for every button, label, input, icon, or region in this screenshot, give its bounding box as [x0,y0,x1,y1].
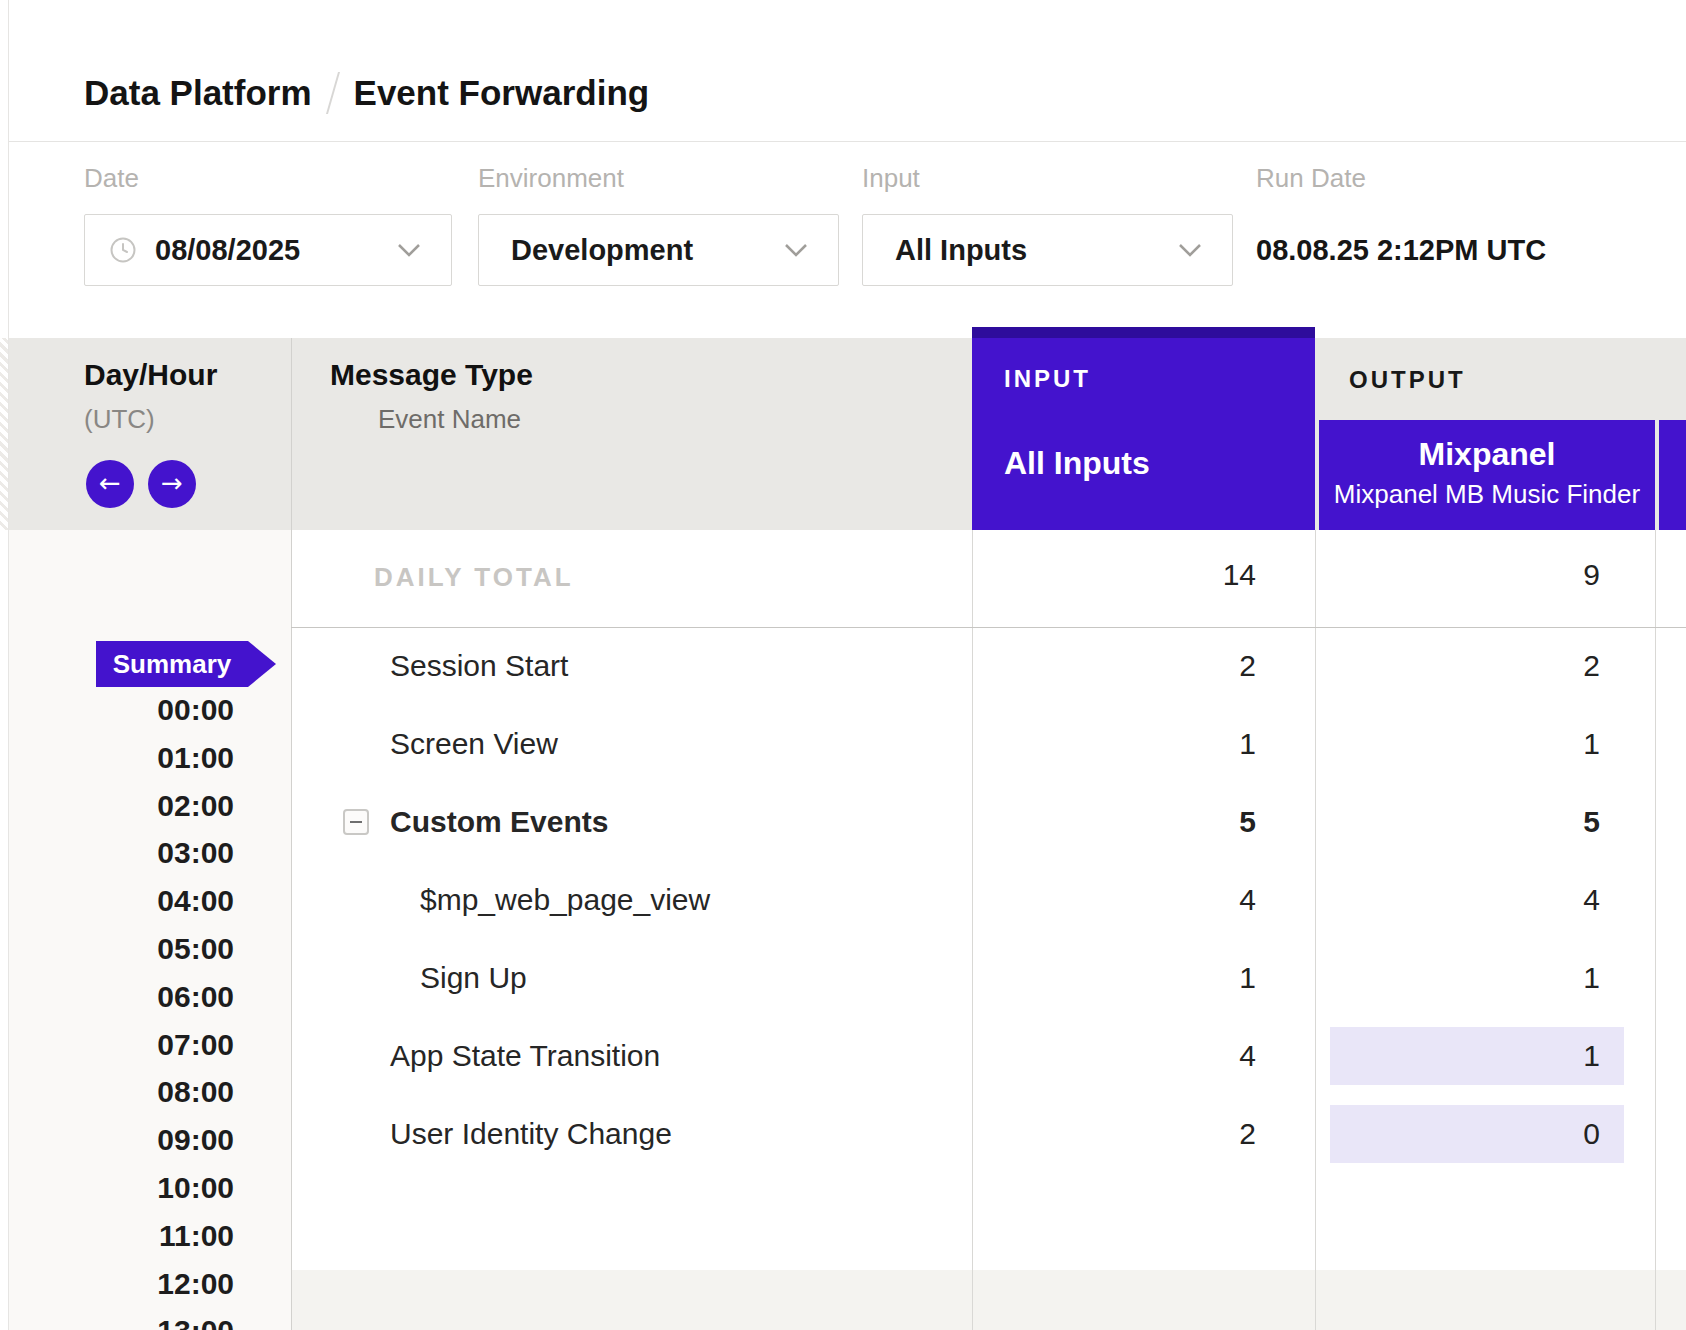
environment-filter-label: Environment [478,163,624,194]
output-count-cell: 1 [291,939,1600,1017]
summary-badge-arrow [248,641,276,687]
date-select[interactable]: 08/08/2025 [84,214,452,286]
input-column-kicker: INPUT [1004,365,1091,393]
message-rows: Session Start22Screen View11Custom Event… [291,627,1686,1173]
chevron-down-icon [397,243,421,257]
frozen-pane-hatch [0,338,8,530]
hour-label[interactable]: 10:00 [9,1171,234,1205]
output-column-header-partial [1659,420,1686,530]
table-footer-background [292,1270,1686,1330]
output-count-cell: 2 [291,627,1600,705]
date-select-value: 08/08/2025 [155,234,300,267]
output-section-kicker: OUTPUT [1349,366,1466,394]
message-type-column-title: Message Type [330,358,533,392]
input-column-title: All Inputs [1004,445,1150,482]
chevron-down-icon [1178,243,1202,257]
output-column-header-mixpanel[interactable]: Mixpanel Mixpanel MB Music Finder [1319,420,1655,530]
clock-icon [109,236,137,264]
hour-label[interactable]: 11:00 [9,1219,234,1253]
output-column-title: Mixpanel [1319,436,1655,473]
environment-select-value: Development [511,234,693,267]
breadcrumb: Data Platform Event Forwarding [84,72,649,114]
header-divider [9,141,1686,142]
output-count-cell: 4 [291,861,1600,939]
breadcrumb-separator [326,72,340,114]
output-column-subtitle: Mixpanel MB Music Finder [1319,479,1655,510]
daily-total-input-value: 14 [1056,558,1256,592]
output-count-cell: 1 [291,1017,1600,1095]
hour-label[interactable]: 02:00 [9,789,234,823]
date-filter-label: Date [84,163,139,194]
message-type-column-subtitle: Event Name [378,404,521,435]
day-hour-column-title: Day/Hour [84,358,217,392]
summary-badge-label: Summary [96,641,248,687]
breadcrumb-page: Event Forwarding [354,73,650,113]
input-select-value: All Inputs [895,234,1027,267]
output-count-cell: 0 [291,1095,1600,1173]
hour-label[interactable]: 05:00 [9,932,234,966]
environment-select[interactable]: Development [478,214,839,286]
table-row: Session Start22 [291,627,1686,705]
breadcrumb-section[interactable]: Data Platform [84,73,312,113]
hour-label[interactable]: 04:00 [9,884,234,918]
event-forwarding-page: Data Platform Event Forwarding Date Envi… [0,0,1686,1330]
output-count-cell: 1 [291,705,1600,783]
input-filter-label: Input [862,163,920,194]
hour-label[interactable]: 03:00 [9,836,234,870]
input-column-accent-strip [972,327,1315,338]
hour-label[interactable]: 13:00 [9,1314,234,1330]
daily-total-label: DAILY TOTAL [374,562,574,593]
input-select[interactable]: All Inputs [862,214,1233,286]
run-date-label: Run Date [1256,163,1366,194]
next-day-button[interactable]: → [148,460,196,508]
daily-total-output-value: 9 [1400,558,1600,592]
hour-label[interactable]: 08:00 [9,1075,234,1109]
hour-label[interactable]: 01:00 [9,741,234,775]
input-column-header[interactable]: INPUT All Inputs [972,327,1315,530]
hour-label[interactable]: 09:00 [9,1123,234,1157]
previous-day-button[interactable]: ← [86,460,134,508]
table-row: User Identity Change20 [291,1095,1686,1173]
chevron-down-icon [784,243,808,257]
run-date-value: 08.08.25 2:12PM UTC [1256,214,1546,286]
table-row: Screen View11 [291,705,1686,783]
hour-label[interactable]: 00:00 [9,693,234,727]
output-count-cell: 5 [291,783,1600,861]
table-row: Sign Up11 [291,939,1686,1017]
table-row: App State Transition41 [291,1017,1686,1095]
day-hour-column-subtitle: (UTC) [84,404,155,435]
hour-label[interactable]: 06:00 [9,980,234,1014]
table-row: $mp_web_page_view44 [291,861,1686,939]
hour-label[interactable]: 12:00 [9,1267,234,1301]
table-row: Custom Events55 [291,783,1686,861]
hour-label[interactable]: 07:00 [9,1028,234,1062]
